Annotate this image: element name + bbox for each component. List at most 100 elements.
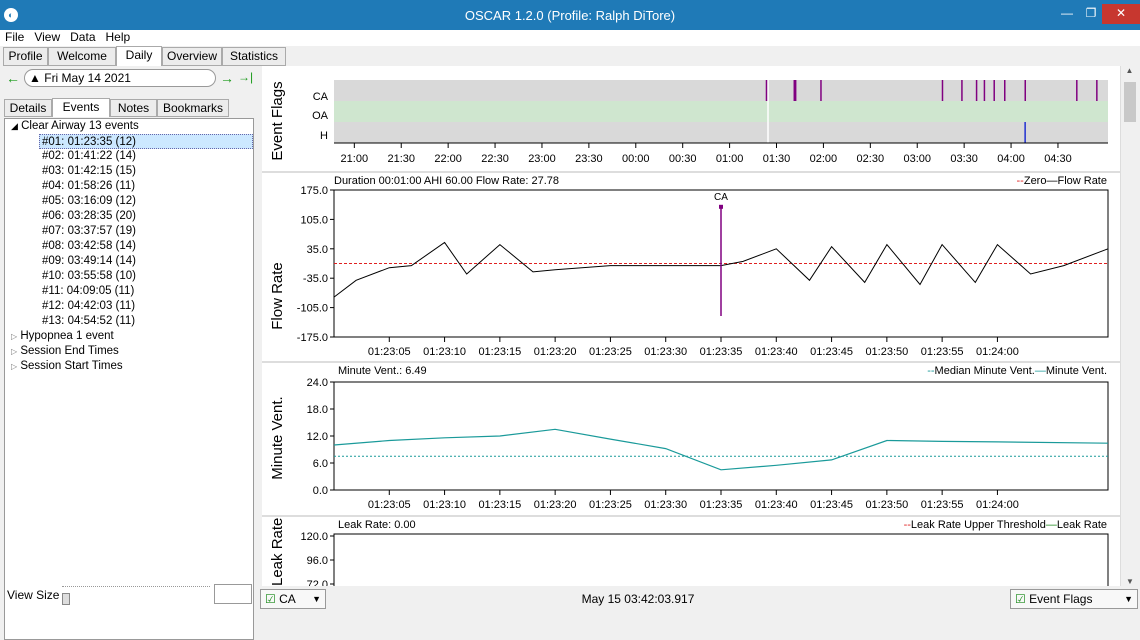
tree-item[interactable]: #11: 04:09:05 (11) — [5, 284, 253, 299]
leak-rate-plot[interactable] — [333, 533, 1109, 595]
flow-ytick-label: 105.0 — [300, 214, 328, 226]
vent-xtick-label: 01:23:05 — [368, 499, 411, 511]
vent-xtick-label: 01:23:50 — [865, 499, 908, 511]
flow-rate-header: Duration 00:01:00 AHI 60.00 Flow Rate: 2… — [334, 175, 559, 187]
tab-notes[interactable]: Notes — [110, 99, 157, 117]
tree-group-session-start[interactable]: ▷ Session Start Times — [5, 359, 253, 374]
collapsed-arrow-icon[interactable]: ▷ — [11, 347, 17, 356]
tab-statistics[interactable]: Statistics — [222, 47, 286, 66]
tree-group-clear-airway[interactable]: ◢ Clear Airway 13 events — [5, 119, 253, 134]
tree-item[interactable]: #10: 03:55:58 (10) — [5, 269, 253, 284]
tab-daily[interactable]: Daily — [116, 46, 162, 67]
row-label-h: H — [320, 130, 328, 142]
close-icon[interactable]: ✕ — [1102, 4, 1140, 24]
flag-tick-label: 00:00 — [622, 153, 650, 165]
flow-xtick-label: 01:23:40 — [755, 346, 798, 358]
minute-vent-xaxis: 01:23:05 01:23:10 01:23:15 01:23:20 01:23:25… — [368, 490, 1019, 511]
minute-vent-legend: --Median Minute Vent.—Minute Vent. — [927, 365, 1107, 377]
tree-group-session-end[interactable]: ▷ Session End Times — [5, 344, 253, 359]
flow-xtick-label: 01:23:50 — [865, 346, 908, 358]
menu-view[interactable]: View — [29, 30, 65, 44]
slider-handle[interactable] — [62, 593, 70, 605]
view-size-slider[interactable] — [62, 586, 210, 605]
vent-xtick-label: 01:23:40 — [755, 499, 798, 511]
checkbox-icon: ☑ — [1015, 592, 1026, 606]
next-day-arrow-icon[interactable]: → — [220, 70, 234, 86]
view-size-label: View Size — [7, 588, 60, 602]
graph-select-combo[interactable]: ☑ Event Flags ▼ — [1010, 589, 1138, 609]
flow-rate-yaxis: 175.0 105.0 35.0 -35.0 -105.0 -175.0 — [297, 185, 334, 344]
leak-ytick-label: 96.0 — [307, 555, 328, 567]
ca-event-label: CA — [714, 192, 728, 203]
tree-item[interactable]: #02: 01:41:22 (14) — [5, 149, 253, 164]
tab-bookmarks[interactable]: Bookmarks — [157, 99, 229, 117]
flag-tick-label: 23:30 — [575, 153, 603, 165]
flag-tick-label: 01:30 — [763, 153, 791, 165]
tab-welcome[interactable]: Welcome — [48, 47, 116, 66]
menu-help[interactable]: Help — [101, 30, 136, 44]
tree-item[interactable]: #13: 04:54:52 (11) — [5, 314, 253, 329]
menu-file[interactable]: File — [0, 30, 29, 44]
tab-details[interactable]: Details — [4, 99, 52, 117]
flow-xtick-label: 01:23:45 — [810, 346, 853, 358]
view-size-spinbox[interactable] — [214, 584, 252, 604]
date-label: Fri May 14 2021 — [44, 71, 131, 85]
vertical-scrollbar[interactable]: ▲ ▼ — [1120, 66, 1138, 586]
flow-xtick-label: 01:23:35 — [700, 346, 743, 358]
tab-profile[interactable]: Profile — [3, 47, 48, 66]
graphs-area: Event Flags CA OA H 21:00 21:30 22:00 22:30… — [262, 66, 1120, 595]
scroll-up-icon[interactable]: ▲ — [1121, 66, 1138, 75]
vent-ytick-label: 18.0 — [307, 404, 328, 416]
flag-tick-label: 03:30 — [950, 153, 978, 165]
tree-item[interactable]: #01: 01:23:35 (12) — [39, 134, 253, 149]
event-flags-ylabel: Event Flags — [269, 81, 286, 160]
event-tree: ◢ Clear Airway 13 events #01: 01:23:35 (… — [4, 118, 254, 640]
tree-item[interactable]: #07: 03:37:57 (19) — [5, 224, 253, 239]
flow-xtick-label: 01:23:15 — [478, 346, 521, 358]
ca-event-dot — [719, 204, 723, 209]
tree-item[interactable]: #04: 01:58:26 (11) — [5, 179, 253, 194]
restore-icon[interactable]: ❐ — [1078, 4, 1104, 24]
flow-rate-xaxis: 01:23:05 01:23:10 01:23:15 01:23:20 01:23:25… — [368, 337, 1019, 358]
vent-xtick-label: 01:23:35 — [700, 499, 743, 511]
tree-item[interactable]: #12: 04:42:03 (11) — [5, 299, 253, 314]
scroll-thumb[interactable] — [1124, 82, 1136, 122]
leak-rate-ylabel: Leak Rate — [269, 518, 286, 586]
collapsed-arrow-icon[interactable]: ▷ — [11, 362, 17, 371]
scroll-down-icon[interactable]: ▼ — [1121, 577, 1139, 586]
graphs-svg: Event Flags CA OA H 21:00 21:30 22:00 22:30… — [262, 80, 1120, 595]
expanded-arrow-icon[interactable]: ◢ — [11, 121, 18, 131]
minute-vent-plot[interactable] — [333, 381, 1109, 491]
collapsed-arrow-icon[interactable]: ▷ — [11, 332, 17, 341]
flow-rate-legend: --Zero—Flow Rate — [1017, 175, 1107, 187]
last-day-icon[interactable]: →| — [238, 70, 253, 84]
vent-xtick-label: 01:23:30 — [644, 499, 687, 511]
flow-ytick-label: 35.0 — [307, 244, 328, 256]
vent-xtick-label: 01:23:15 — [478, 499, 521, 511]
calendar-toggle-icon[interactable]: ▲ — [29, 71, 41, 85]
tree-group-hypopnea[interactable]: ▷ Hypopnea 1 event — [5, 329, 253, 344]
tree-item[interactable]: #05: 03:16:09 (12) — [5, 194, 253, 209]
flag-tick-label: 03:00 — [903, 153, 931, 165]
row-label-ca: CA — [313, 91, 329, 103]
menu-data[interactable]: Data — [65, 30, 100, 44]
tree-item[interactable]: #06: 03:28:35 (20) — [5, 209, 253, 224]
vent-xtick-label: 01:23:45 — [810, 499, 853, 511]
flag-tick-label: 22:30 — [481, 153, 509, 165]
tab-events[interactable]: Events — [52, 98, 110, 117]
flag-tick-label: 00:30 — [669, 153, 697, 165]
tree-item[interactable]: #08: 03:42:58 (14) — [5, 239, 253, 254]
tree-item[interactable]: #03: 01:42:15 (15) — [5, 164, 253, 179]
left-panel: ← ▲ Fri May 14 2021 → →| Details Events … — [2, 66, 256, 640]
minimize-icon[interactable]: — — [1054, 4, 1080, 24]
flow-ytick-label: -35.0 — [303, 273, 328, 285]
flag-tick-label: 02:30 — [857, 153, 885, 165]
event-flags-plot[interactable] — [334, 80, 1108, 143]
tree-item[interactable]: #09: 03:49:14 (14) — [5, 254, 253, 269]
tab-overview[interactable]: Overview — [162, 47, 222, 66]
flow-xtick-label: 01:23:55 — [921, 346, 964, 358]
prev-day-arrow-icon[interactable]: ← — [6, 70, 20, 86]
date-picker[interactable]: ▲ Fri May 14 2021 — [24, 69, 216, 87]
leak-ytick-label: 120.0 — [300, 531, 328, 543]
window-title: OSCAR 1.2.0 (Profile: Ralph DiTore) — [464, 8, 676, 23]
